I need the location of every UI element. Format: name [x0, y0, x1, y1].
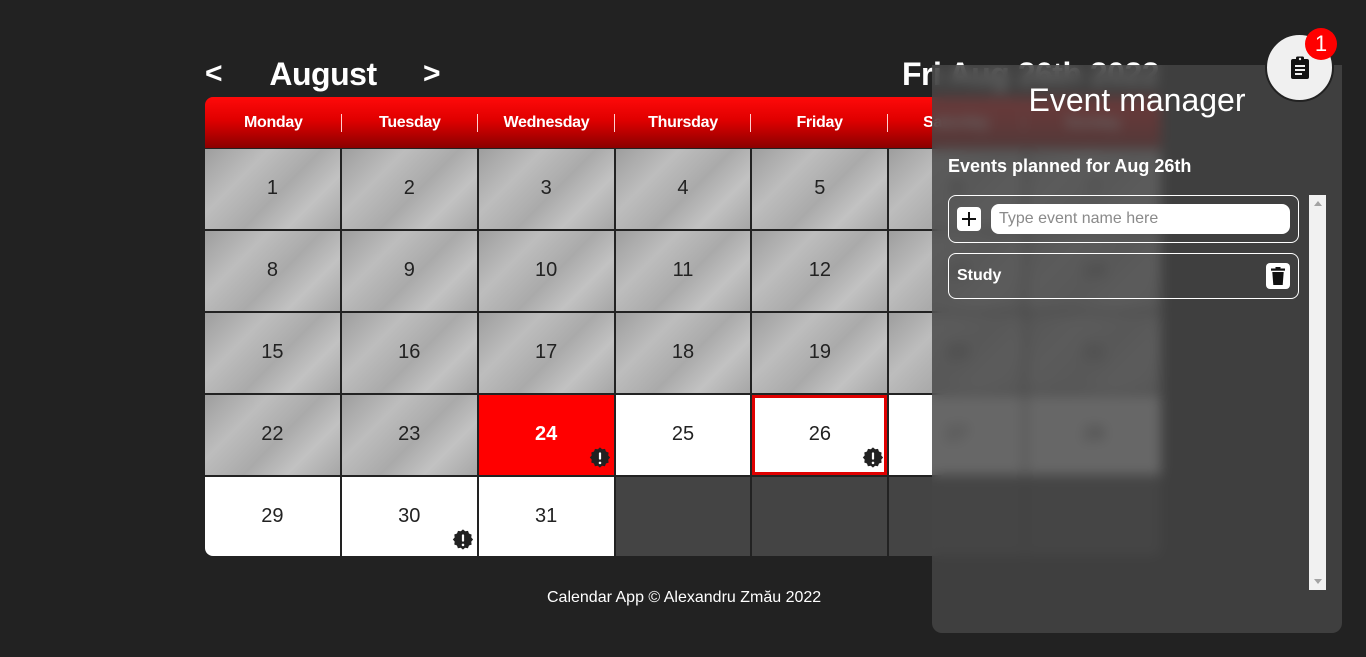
day-cell-29[interactable]: 29	[205, 477, 340, 556]
day-number: 4	[677, 176, 689, 199]
day-number: 5	[814, 176, 826, 199]
month-title: August	[269, 56, 377, 92]
prev-month-button[interactable]: <	[205, 56, 223, 92]
day-number: 25	[671, 422, 695, 445]
weekday-wednesday: Wednesday	[478, 97, 615, 148]
day-number: 17	[535, 340, 558, 363]
day-number: 22	[261, 422, 284, 445]
day-cell-3[interactable]: 3	[478, 149, 614, 229]
day-number: 16	[398, 340, 421, 363]
empty-day-cell	[752, 477, 888, 556]
day-cell-26[interactable]: 26	[752, 395, 888, 475]
day-cell-31[interactable]: 31	[478, 477, 614, 556]
event-indicator-icon	[862, 447, 884, 469]
day-cell-15[interactable]: 15	[205, 313, 340, 393]
day-cell-17[interactable]: 17	[478, 313, 614, 393]
day-cell-2[interactable]: 2	[341, 149, 477, 229]
day-number: 24	[535, 422, 558, 445]
day-cell-11[interactable]: 11	[615, 231, 751, 311]
day-number: 9	[403, 258, 415, 281]
trash-icon	[1271, 267, 1285, 285]
day-number: 12	[808, 258, 831, 281]
footer-text: Calendar App © Alexandru Zmău 2022	[547, 589, 822, 606]
notification-badge: 1	[1305, 28, 1337, 60]
weekday-monday: Monday	[205, 97, 342, 148]
delete-event-button[interactable]	[1266, 263, 1290, 289]
day-cell-25[interactable]: 25	[615, 395, 751, 475]
day-number: 31	[535, 504, 558, 527]
day-cell-30[interactable]: 30	[341, 477, 477, 556]
day-number: 19	[808, 340, 831, 363]
day-cell-8[interactable]: 8	[205, 231, 340, 311]
day-number: 15	[261, 340, 284, 363]
scroll-down-arrow[interactable]	[1314, 579, 1322, 584]
add-event-row	[948, 195, 1299, 243]
day-cell-19[interactable]: 19	[752, 313, 888, 393]
weekday-friday: Friday	[751, 97, 888, 148]
day-number: 2	[403, 176, 415, 199]
day-number: 18	[671, 340, 695, 363]
day-cell-1[interactable]: 1	[205, 149, 340, 229]
event-item-label: Study	[957, 267, 1002, 284]
empty-day-cell	[615, 477, 751, 556]
day-number: 10	[535, 258, 558, 281]
next-month-button[interactable]: >	[423, 56, 441, 92]
day-number: 1	[266, 176, 278, 199]
day-cell-10[interactable]: 10	[478, 231, 614, 311]
event-list-scrollbar[interactable]	[1309, 195, 1326, 590]
clipboard-icon	[1290, 56, 1309, 79]
weekday-thursday: Thursday	[615, 97, 752, 148]
day-cell-16[interactable]: 16	[341, 313, 477, 393]
day-cell-24[interactable]: 24	[478, 395, 614, 475]
day-cell-18[interactable]: 18	[615, 313, 751, 393]
add-event-button[interactable]	[957, 207, 981, 231]
event-manager-panel: Event manager Events planned for Aug 26t…	[932, 65, 1342, 633]
day-cell-12[interactable]: 12	[752, 231, 888, 311]
day-cell-5[interactable]: 5	[752, 149, 888, 229]
day-number: 30	[398, 504, 421, 527]
day-number: 26	[808, 422, 831, 445]
event-list: Study	[948, 195, 1299, 309]
day-number: 8	[266, 258, 278, 281]
event-indicator-icon	[452, 529, 474, 551]
day-cell-4[interactable]: 4	[615, 149, 751, 229]
day-number: 23	[398, 422, 421, 445]
event-name-input[interactable]	[991, 204, 1290, 234]
plus-icon	[962, 212, 976, 226]
events-planned-subtitle: Events planned for Aug 26th	[948, 156, 1192, 176]
day-cell-23[interactable]: 23	[341, 395, 477, 475]
day-cell-22[interactable]: 22	[205, 395, 340, 475]
scroll-up-arrow[interactable]	[1314, 201, 1322, 206]
weekday-tuesday: Tuesday	[342, 97, 479, 148]
day-cell-9[interactable]: 9	[341, 231, 477, 311]
day-number: 29	[261, 504, 284, 527]
event-item: Study	[948, 253, 1299, 299]
day-number: 3	[540, 176, 552, 199]
event-indicator-icon	[589, 447, 611, 469]
day-number: 11	[672, 258, 694, 281]
